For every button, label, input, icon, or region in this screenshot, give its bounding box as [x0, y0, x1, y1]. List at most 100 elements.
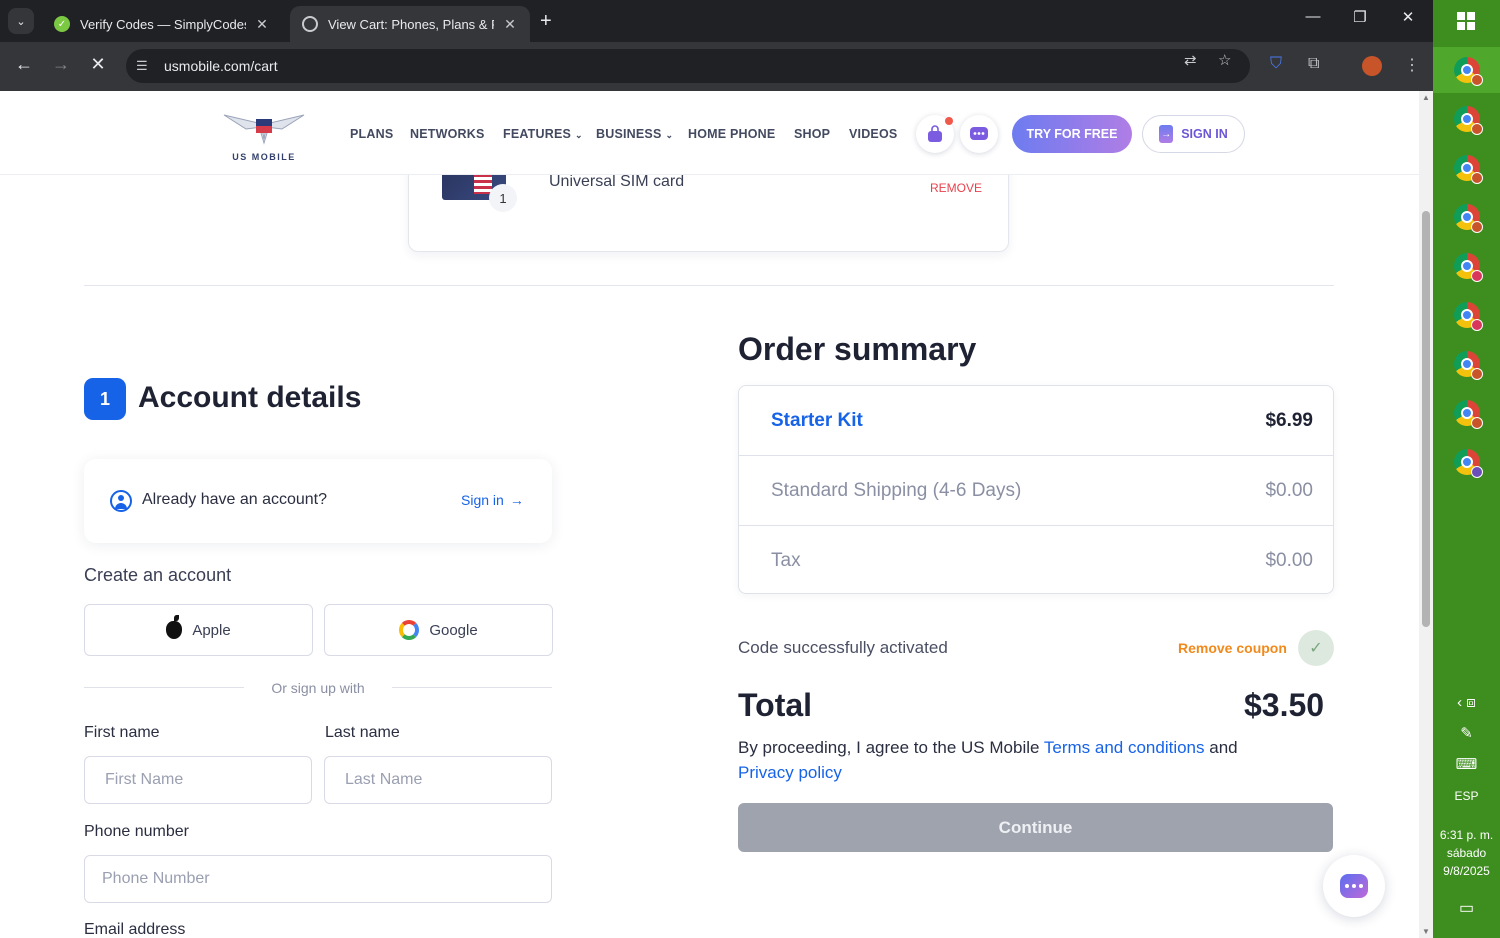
chevron-down-icon: ⌄ — [665, 130, 674, 140]
nav-videos[interactable]: VIDEOS — [849, 127, 897, 141]
privacy-policy-link[interactable]: Privacy policy — [738, 763, 842, 782]
tab-search-button[interactable]: ⌄ — [8, 8, 34, 34]
close-tab-icon[interactable]: ✕ — [502, 16, 518, 33]
order-summary-heading: Order summary — [738, 331, 977, 367]
forward-icon[interactable]: → — [47, 54, 75, 75]
header-sign-in-button[interactable]: → SIGN IN — [1142, 115, 1245, 153]
chrome-icon — [1453, 351, 1483, 380]
taskbar-chrome-window[interactable] — [1433, 292, 1500, 338]
clock-time[interactable]: 6:31 p. m. — [1433, 828, 1500, 842]
summary-row-shipping: Standard Shipping (4-6 Days) $0.00 — [739, 456, 1333, 526]
taskbar-chrome-window[interactable] — [1433, 96, 1500, 142]
scroll-down-icon[interactable]: ▼ — [1422, 927, 1430, 936]
close-tab-icon[interactable]: ✕ — [254, 16, 270, 33]
chat-bubble-icon — [970, 127, 988, 140]
continue-button[interactable]: Continue — [738, 803, 1333, 852]
extensions-icon[interactable]: ⧉ — [1308, 55, 1319, 73]
remove-coupon-button[interactable]: Remove coupon — [1178, 640, 1287, 656]
taskbar-chrome-window[interactable] — [1433, 341, 1500, 387]
browser-tab-usmobile[interactable]: View Cart: Phones, Plans & Payments ✕ — [290, 6, 530, 42]
close-window-icon[interactable]: ✕ — [1388, 8, 1428, 26]
starter-kit-label[interactable]: Starter Kit — [771, 410, 863, 432]
taskbar-chrome-window[interactable] — [1433, 439, 1500, 485]
nav-business[interactable]: BUSINESS ⌄ — [596, 127, 673, 141]
summary-row-tax: Tax $0.00 — [739, 526, 1333, 596]
restore-icon[interactable]: ❐ — [1340, 8, 1380, 26]
taskbar-chrome-window[interactable] — [1433, 194, 1500, 240]
windows-start-icon[interactable] — [1457, 12, 1475, 30]
chat-widget-button[interactable] — [1323, 855, 1385, 917]
input-language[interactable]: ESP — [1433, 789, 1500, 803]
chrome-icon — [1453, 155, 1483, 184]
shipping-price: $0.00 — [1265, 480, 1313, 501]
minimize-icon[interactable]: — — [1293, 8, 1333, 25]
clock-day[interactable]: sábado — [1433, 846, 1500, 860]
tray-expand-icon[interactable]: ‹ ⧈ — [1433, 694, 1500, 711]
try-for-free-button[interactable]: TRY FOR FREE — [1012, 115, 1132, 153]
existing-account-question: Already have an account? — [142, 491, 328, 508]
section-divider — [84, 285, 1334, 286]
apple-sign-up-button[interactable]: Apple — [84, 604, 313, 656]
phone-number-field[interactable] — [84, 855, 552, 903]
order-summary-card: Starter Kit $6.99 Standard Shipping (4-6… — [738, 385, 1334, 594]
site-info-icon[interactable]: ☰ — [136, 58, 154, 74]
last-name-label: Last name — [325, 724, 400, 741]
nav-features[interactable]: FEATURES ⌄ — [503, 127, 583, 141]
browser-tab-simplycodes[interactable]: ✓ Verify Codes — SimplyCodes ✕ — [42, 6, 282, 42]
apple-icon — [166, 615, 183, 639]
scroll-up-icon[interactable]: ▲ — [1422, 93, 1430, 102]
coupon-status-text: Code successfully activated — [738, 638, 948, 657]
pen-icon[interactable]: ✎ — [1433, 724, 1500, 742]
browser-toolbar: ← → ✕ ☰ usmobile.com/cart ⇄ ☆ ⛉ ⧉ ⋮ — [0, 42, 1433, 91]
starter-kit-price: $6.99 — [1265, 410, 1313, 431]
tax-price: $0.00 — [1265, 550, 1313, 571]
tab-title: View Cart: Phones, Plans & Payments — [328, 16, 494, 32]
nav-networks[interactable]: NETWORKS — [410, 127, 485, 141]
first-name-field[interactable] — [84, 756, 312, 804]
terms-and-conditions-link[interactable]: Terms and conditions — [1044, 738, 1205, 757]
taskbar-chrome-window-active[interactable] — [1433, 47, 1500, 93]
item-name: Universal SIM card — [549, 173, 685, 190]
simplycodes-favicon-icon: ✓ — [54, 16, 70, 32]
terms-text: By proceeding, I agree to the US Mobile … — [738, 735, 1298, 785]
notifications-icon[interactable]: ▭ — [1433, 898, 1500, 918]
or-sign-up-divider: Or sign up with — [84, 678, 552, 698]
page-viewport: US MOBILE PLANS NETWORKS FEATURES ⌄ BUSIN… — [0, 91, 1433, 938]
taskbar-chrome-window[interactable] — [1433, 390, 1500, 436]
shield-extension-icon[interactable]: ⛉ — [1270, 55, 1282, 73]
cart-notification-dot — [945, 117, 953, 125]
nav-plans[interactable]: PLANS — [350, 127, 393, 141]
google-label: Google — [429, 621, 478, 639]
nav-home-phone[interactable]: HOME PHONE — [688, 127, 775, 141]
total-value: $3.50 — [1244, 687, 1325, 723]
google-sign-up-button[interactable]: Google — [324, 604, 553, 656]
terms-prefix: By proceeding, I agree to the US Mobile — [738, 738, 1040, 757]
shipping-label: Standard Shipping (4-6 Days) — [771, 480, 1022, 501]
us-mobile-logo[interactable]: US MOBILE — [222, 109, 306, 162]
item-quantity-badge: 1 — [489, 184, 517, 212]
last-name-field[interactable] — [324, 756, 552, 804]
stop-loading-icon[interactable]: ✕ — [84, 54, 112, 75]
account-sign-in-link[interactable]: Sign in → — [461, 492, 524, 508]
clock-date[interactable]: 9/8/2025 — [1433, 864, 1500, 878]
first-name-label: First name — [84, 724, 160, 741]
cart-button[interactable] — [916, 115, 954, 153]
tax-label: Tax — [771, 550, 801, 571]
new-tab-button[interactable]: + — [540, 10, 552, 33]
taskbar-chrome-window[interactable] — [1433, 243, 1500, 289]
nav-shop[interactable]: SHOP — [794, 127, 830, 141]
keyboard-icon[interactable]: ⌨ — [1433, 755, 1500, 773]
profile-avatar[interactable] — [1362, 56, 1382, 76]
bookmark-star-icon[interactable]: ☆ — [1218, 51, 1231, 69]
chat-button[interactable] — [960, 115, 998, 153]
remove-item-button[interactable]: REMOVE — [930, 181, 982, 195]
chevron-down-icon: ⌄ — [575, 130, 583, 140]
browser-menu-icon[interactable]: ⋮ — [1404, 55, 1420, 75]
address-bar[interactable]: ☰ usmobile.com/cart — [126, 49, 1250, 83]
sign-in-link-label: Sign in — [461, 492, 504, 508]
translate-icon[interactable]: ⇄ — [1184, 51, 1197, 69]
back-icon[interactable]: ← — [10, 54, 38, 75]
scrollbar-thumb[interactable] — [1422, 211, 1430, 627]
page-scrollbar[interactable]: ▲ ▼ — [1419, 91, 1433, 938]
taskbar-chrome-window[interactable] — [1433, 145, 1500, 191]
